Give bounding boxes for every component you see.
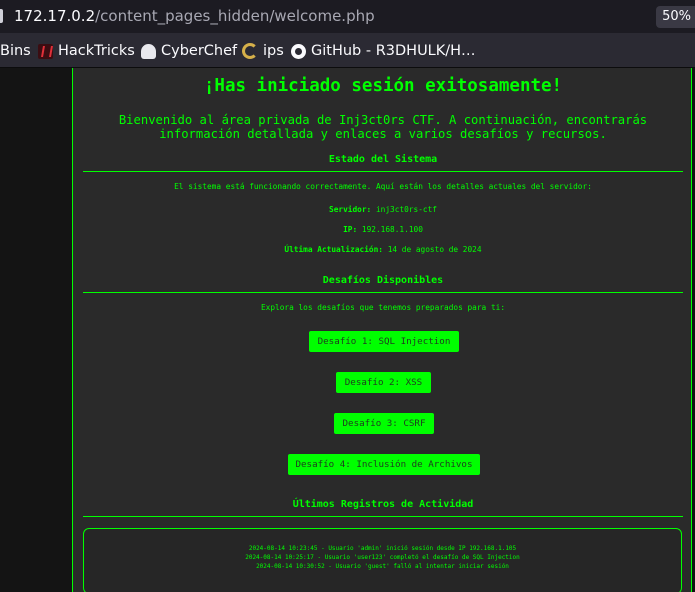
updated-label: Última Actualización: — [284, 245, 383, 254]
intro-text: Bienvenido al área privada de Inj3ct0rs … — [118, 113, 648, 141]
url-text[interactable]: 172.17.0.2/content_pages_hidden/welcome.… — [14, 7, 375, 25]
challenge-xss-button[interactable]: Desafío 2: XSS — [336, 372, 431, 393]
server-row: Servidor: inj3ct0rs-ctf — [83, 205, 683, 214]
hacktricks-icon — [38, 43, 53, 59]
status-heading: Estado del Sistema — [83, 154, 683, 172]
updated-row: Última Actualización: 14 de agosto de 20… — [83, 245, 683, 254]
address-bar[interactable]: 172.17.0.2/content_pages_hidden/welcome.… — [0, 0, 695, 34]
bookmark-github[interactable]: GitHub - R3DHULK/H… — [291, 34, 476, 68]
ip-label: IP: — [343, 225, 358, 234]
challenges-text: Explora los desafíos que tenemos prepara… — [260, 303, 506, 312]
ip-row: IP: 192.168.1.100 — [83, 225, 683, 234]
server-label: Servidor: — [329, 205, 372, 214]
challenges-heading: Desafíos Disponibles — [83, 275, 683, 293]
bookmark-ips[interactable]: ips — [242, 34, 284, 68]
bookmark-label: CyberChef — [161, 43, 238, 59]
bookmark-label: Bins — [0, 43, 31, 59]
updated-value: 14 de agosto de 2024 — [387, 245, 482, 254]
bookmark-bins[interactable]: Bins — [0, 34, 31, 68]
site-info-icon[interactable] — [0, 9, 3, 23]
ips-icon — [242, 43, 258, 59]
url-host: 172.17.0.2 — [14, 7, 96, 25]
bookmark-label: ips — [263, 43, 284, 59]
activity-log: 2024-08-14 10:23:45 - Usuario 'admin' in… — [83, 528, 682, 592]
challenge-csrf-button[interactable]: Desafío 3: CSRF — [334, 413, 434, 434]
bookmarks-toolbar: Bins HackTricks CyberChef ips GitHub - R… — [0, 34, 695, 68]
bookmark-label: HackTricks — [58, 43, 135, 59]
ip-value: 192.168.1.100 — [361, 225, 423, 234]
page-title: ¡Has iniciado sesión exitosamente! — [203, 76, 563, 96]
challenge-file-inclusion-button[interactable]: Desafío 4: Inclusión de Archivos — [288, 454, 480, 475]
bookmark-label: GitHub - R3DHULK/H… — [311, 43, 476, 59]
log-line: 2024-08-14 10:25:17 - Usuario 'user123' … — [245, 554, 520, 561]
zoom-indicator[interactable]: 50% — [656, 6, 695, 28]
cyberchef-icon — [141, 43, 156, 59]
status-text: El sistema está funcionando correctament… — [174, 182, 592, 191]
page-background — [0, 68, 72, 592]
github-icon — [291, 43, 306, 59]
challenge-sql-injection-button[interactable]: Desafío 1: SQL Injection — [309, 331, 459, 352]
bookmark-hacktricks[interactable]: HackTricks — [38, 34, 135, 68]
page-viewport[interactable]: ¡Has iniciado sesión exitosamente! Bienv… — [0, 68, 695, 592]
url-path: /content_pages_hidden/welcome.php — [95, 7, 375, 25]
bookmark-cyberchef[interactable]: CyberChef — [141, 34, 237, 68]
log-line: 2024-08-14 10:30:52 - Usuario 'guest' fa… — [256, 563, 509, 570]
content-panel: ¡Has iniciado sesión exitosamente! Bienv… — [72, 68, 692, 592]
server-value: inj3ct0rs-ctf — [375, 205, 437, 214]
log-line: 2024-08-14 10:23:45 - Usuario 'admin' in… — [248, 545, 517, 552]
logs-heading: Últimos Registros de Actividad — [83, 499, 683, 517]
